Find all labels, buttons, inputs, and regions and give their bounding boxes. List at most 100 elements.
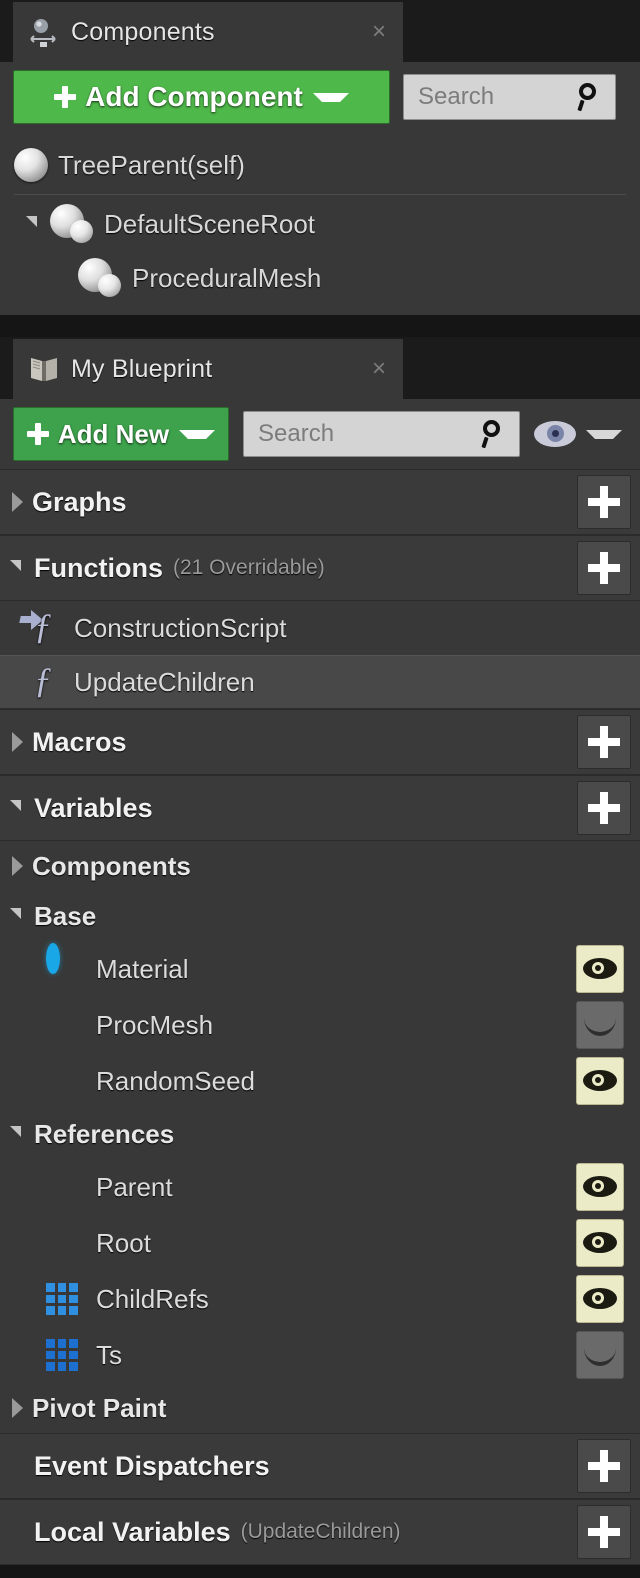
chevron-down-icon — [586, 429, 622, 439]
tree-item-defaultsceneroot[interactable]: DefaultSceneRoot — [0, 197, 640, 251]
tree-item-treeparent[interactable]: TreeParent(self) — [0, 138, 640, 192]
variable-category-references[interactable]: References — [0, 1109, 640, 1159]
variable-item-childrefs[interactable]: ChildRefs — [0, 1271, 640, 1327]
section-macros[interactable]: Macros — [0, 709, 640, 775]
variable-item-label: Material — [96, 953, 189, 984]
section-title: Functions — [34, 552, 163, 583]
variable-visibility-toggle[interactable] — [572, 1001, 628, 1049]
add-new-button[interactable]: Add New — [13, 407, 229, 461]
section-graphs[interactable]: Graphs — [0, 469, 640, 535]
object-reference-icon — [46, 943, 84, 988]
variable-item-label: ProcMesh — [96, 1009, 214, 1040]
myblueprint-search-input[interactable]: Search — [243, 411, 520, 457]
section-title: Event Dispatchers — [34, 1450, 270, 1481]
variable-visibility-toggle[interactable] — [572, 1057, 628, 1105]
variable-item-label: ChildRefs — [96, 1283, 209, 1314]
variable-item-randomseed[interactable]: RandomSeed — [0, 1053, 640, 1109]
chevron-down-icon — [312, 92, 349, 102]
components-panel: Add Component Search TreeParent(self) De… — [0, 62, 640, 315]
section-title: Graphs — [32, 486, 127, 517]
variable-visibility-toggle[interactable] — [572, 1219, 628, 1267]
add-graph-button[interactable] — [577, 475, 631, 529]
close-icon[interactable]: × — [367, 20, 391, 44]
tab-components-label: Components — [71, 17, 215, 46]
variable-item-parent[interactable]: Parent — [0, 1159, 640, 1215]
object-sphere-icon — [46, 1224, 84, 1262]
components-icon — [27, 15, 61, 49]
search-icon — [479, 419, 509, 449]
tree-divider — [14, 194, 626, 195]
variable-visibility-toggle[interactable] — [572, 1275, 628, 1323]
chevron-down-icon[interactable] — [10, 1124, 28, 1144]
variable-category-base[interactable]: Base — [0, 891, 640, 941]
add-variable-button[interactable] — [577, 781, 631, 835]
add-local-variable-button[interactable] — [577, 1505, 631, 1559]
chevron-down-icon[interactable] — [26, 214, 44, 234]
chevron-right-icon[interactable] — [10, 732, 26, 752]
myblueprint-toolbar: Add New Search — [0, 399, 640, 469]
function-item-label: UpdateChildren — [74, 666, 255, 697]
components-tabstrip: Components × — [0, 0, 640, 62]
add-component-button[interactable]: Add Component — [13, 70, 390, 124]
object-sphere-icon — [46, 1168, 84, 1206]
eye-open-icon[interactable] — [576, 1057, 624, 1105]
tree-item-proceduralmesh[interactable]: ProceduralMesh — [0, 251, 640, 305]
variable-item-ts[interactable]: Ts — [0, 1327, 640, 1383]
object-pill-icon — [46, 1006, 84, 1044]
chevron-down-icon[interactable] — [10, 798, 28, 818]
variable-category-label: Pivot Paint — [32, 1392, 167, 1423]
tree-item-label: DefaultSceneRoot — [104, 208, 316, 239]
eye-open-icon[interactable] — [576, 1219, 624, 1267]
myblueprint-panel: Add New Search Graphs Functions (21 Over… — [0, 399, 640, 1565]
plus-icon — [54, 86, 77, 108]
chevron-right-icon[interactable] — [10, 856, 26, 876]
variable-category-label: Base — [34, 900, 97, 931]
variable-item-root[interactable]: Root — [0, 1215, 640, 1271]
blueprint-book-icon — [27, 352, 61, 386]
section-functions[interactable]: Functions (21 Overridable) — [0, 535, 640, 601]
sphere-icon — [14, 148, 48, 182]
eye-open-icon[interactable] — [576, 945, 624, 993]
function-item-constructionscript[interactable]: ƒ ConstructionScript — [0, 601, 640, 655]
tree-item-label: ProceduralMesh — [132, 262, 322, 293]
function-icon: ƒ — [34, 660, 52, 700]
function-item-updatechildren[interactable]: ƒ UpdateChildren — [0, 655, 640, 709]
tab-my-blueprint[interactable]: My Blueprint × — [13, 339, 403, 399]
variable-visibility-toggle[interactable] — [572, 1331, 628, 1379]
chevron-down-icon[interactable] — [10, 558, 28, 578]
variable-visibility-toggle[interactable] — [572, 945, 628, 993]
section-local-variables[interactable]: Local Variables (UpdateChildren) — [0, 1499, 640, 1565]
variable-item-material[interactable]: Material — [0, 941, 640, 997]
myblueprint-tabstrip: My Blueprint × — [0, 337, 640, 399]
close-icon[interactable]: × — [367, 357, 391, 381]
variable-category-pivot-paint[interactable]: Pivot Paint — [0, 1383, 640, 1433]
variable-item-label: Parent — [96, 1171, 173, 1202]
section-event-dispatchers[interactable]: Event Dispatchers — [0, 1433, 640, 1499]
eye-open-icon[interactable] — [576, 1275, 624, 1323]
variable-item-procmesh[interactable]: ProcMesh — [0, 997, 640, 1053]
chevron-right-icon[interactable] — [10, 492, 26, 512]
add-event-dispatcher-button[interactable] — [577, 1439, 631, 1493]
eye-closed-icon[interactable] — [576, 1001, 624, 1049]
variable-category-components[interactable]: Components — [0, 841, 640, 891]
eye-closed-icon[interactable] — [576, 1331, 624, 1379]
chevron-down-icon[interactable] — [10, 906, 28, 926]
chevron-right-icon[interactable] — [10, 1398, 26, 1418]
add-macro-button[interactable] — [577, 715, 631, 769]
section-title: Local Variables — [34, 1516, 231, 1547]
tab-components[interactable]: Components × — [13, 2, 403, 62]
eye-open-icon[interactable] — [576, 1163, 624, 1211]
visibility-filter-button[interactable] — [534, 421, 622, 447]
add-function-button[interactable] — [577, 541, 631, 595]
variable-category-label: Components — [32, 850, 191, 881]
components-toolbar: Add Component Search — [0, 62, 640, 132]
variable-visibility-toggle[interactable] — [572, 1163, 628, 1211]
section-variables[interactable]: Variables — [0, 775, 640, 841]
components-search-input[interactable]: Search — [403, 74, 616, 120]
myblueprint-list: Graphs Functions (21 Overridable) ƒ Cons… — [0, 469, 640, 1565]
variable-item-label: Root — [96, 1227, 151, 1258]
array-grid-icon — [46, 1280, 84, 1318]
plus-icon — [26, 423, 49, 445]
variable-item-label: RandomSeed — [96, 1065, 255, 1096]
section-title: Variables — [34, 792, 153, 823]
